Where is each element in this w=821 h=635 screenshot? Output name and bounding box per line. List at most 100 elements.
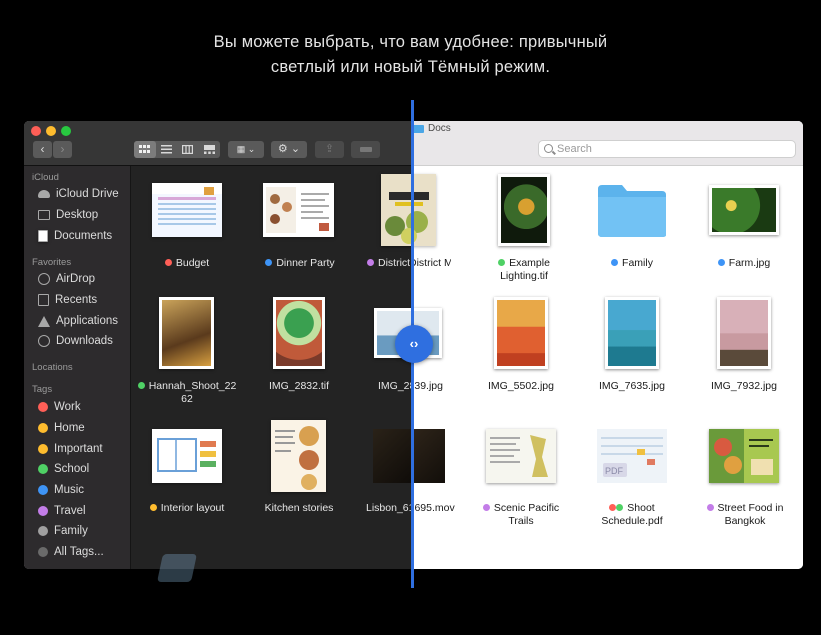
sidebar-item-desktop[interactable]: Desktop (38, 206, 98, 224)
file-label-img-5502[interactable]: IMG_5502.jpg (475, 380, 567, 393)
sidebar-item-label: Documents (54, 230, 113, 242)
chevrons-left-right-icon: ‹› (409, 336, 419, 351)
file-thumbnail-lisbon-mov-light[interactable] (413, 429, 445, 483)
file-thumbnail-district-market[interactable] (381, 174, 413, 246)
file-thumbnail-lisbon-mov[interactable] (373, 429, 413, 483)
file-name: Budget (175, 257, 210, 269)
file-thumbnail-img-7635[interactable] (605, 297, 659, 369)
file-thumbnail-scenic-pacific[interactable] (486, 429, 556, 483)
file-name-line-2: Schedule.pdf (601, 515, 663, 527)
file-label-lisbon-mov-light[interactable]: Lisbon_61695.mov (413, 502, 473, 515)
tag-dot-icon (38, 464, 48, 474)
chevron-right-icon: › (60, 142, 65, 156)
file-name: Kitchen stories (264, 502, 334, 514)
list-view-icon (160, 145, 172, 154)
file-thumbnail-shoot-schedule[interactable]: PDF (597, 429, 667, 483)
sidebar-section-icloud: iCloud (32, 172, 59, 183)
file-thumbnail-kitchen-stories[interactable] (271, 420, 326, 492)
sidebar-item-label: Travel (54, 505, 86, 517)
sidebar-tag-school[interactable]: School (38, 460, 89, 478)
sidebar-tag-travel[interactable]: Travel (38, 502, 86, 520)
file-thumbnail-street-food[interactable] (709, 429, 779, 483)
tag-button[interactable] (351, 141, 380, 158)
file-thumbnail-img-5502[interactable] (494, 297, 548, 369)
minimize-window-button[interactable] (46, 126, 56, 136)
view-mode-segmented-control (134, 141, 220, 158)
gallery-view-button[interactable] (199, 141, 221, 158)
close-window-button[interactable] (31, 126, 41, 136)
file-label-lisbon-mov-dark[interactable]: Lisbon_61695.mov (366, 502, 413, 515)
column-view-icon (182, 145, 194, 154)
sidebar-item-documents[interactable]: Documents (38, 227, 112, 245)
watermark-shape (157, 554, 197, 582)
sidebar-section-tags: Tags (32, 384, 53, 395)
magazine-cover-icon (381, 174, 413, 246)
sidebar-item-label: Applications (56, 315, 119, 327)
file-label-kitchen-stories[interactable]: Kitchen stories (253, 502, 345, 515)
divider-drag-handle[interactable]: ‹› (395, 325, 433, 363)
file-label-img-2839-light[interactable]: IMG_2839.jpg (413, 380, 473, 393)
downloads-icon (38, 335, 50, 347)
file-thumbnail-budget[interactable] (152, 183, 222, 237)
back-button[interactable]: ‹ (33, 141, 52, 158)
zoom-window-button[interactable] (61, 126, 71, 136)
file-label-hannah-shoot[interactable]: Hannah_Shoot_22 62 (132, 380, 242, 406)
sidebar-item-downloads[interactable]: Downloads (38, 332, 113, 350)
file-thumbnail-img-2832[interactable] (273, 297, 325, 369)
file-name: Hannah_Shoot_22 (148, 380, 237, 392)
sidebar-item-icloud-drive[interactable]: iCloud Drive (38, 185, 119, 203)
file-label-scenic-pacific[interactable]: Scenic Pacific Trails (475, 502, 567, 528)
sidebar-tag-home[interactable]: Home (38, 419, 85, 437)
sidebar-tag-all-tags[interactable]: All Tags... (38, 543, 104, 561)
sidebar-item-airdrop[interactable]: AirDrop (38, 270, 95, 288)
file-label-example-lighting[interactable]: Example Lighting.tif (478, 257, 570, 283)
file-label-family[interactable]: Family (587, 257, 677, 270)
sidebar-tag-family[interactable]: Family (38, 522, 88, 540)
sidebar-item-label: School (54, 463, 90, 475)
file-label-district-market-dark[interactable]: District Market (367, 257, 413, 270)
applications-icon (38, 315, 50, 327)
sidebar-item-label: Family (54, 525, 88, 537)
folder-family[interactable] (596, 181, 668, 239)
file-label-img-7635[interactable]: IMG_7635.jpg (586, 380, 678, 393)
file-thumbnail-interior-layout[interactable] (152, 429, 222, 483)
file-label-street-food[interactable]: Street Food in Bangkok (695, 502, 795, 528)
list-view-button[interactable] (156, 141, 178, 158)
file-label-shoot-schedule[interactable]: Shoot Schedule.pdf (586, 502, 678, 528)
tag-dot-icon (137, 382, 145, 389)
file-thumbnail-farm[interactable] (709, 185, 779, 235)
file-label-img-2832[interactable]: IMG_2832.tif (253, 380, 345, 393)
sidebar-tag-music[interactable]: Music (38, 481, 84, 499)
spreadsheet-icon (158, 187, 216, 225)
column-view-button[interactable] (177, 141, 199, 158)
file-label-district-market-light[interactable]: District Market (413, 257, 451, 270)
chevron-left-icon: ‹ (40, 142, 45, 156)
file-name: IMG_7932.jpg (711, 380, 777, 392)
action-menu-button[interactable]: ⚙ ⌄ (271, 141, 307, 158)
file-thumbnail-district-market-light[interactable] (413, 174, 436, 246)
file-name-line-2: 62 (181, 393, 193, 405)
file-label-budget[interactable]: Budget (142, 257, 232, 270)
sidebar-item-applications[interactable]: Applications (38, 312, 118, 330)
share-button[interactable]: ⇪ (315, 141, 344, 158)
forward-button[interactable]: › (53, 141, 72, 158)
file-label-interior-layout[interactable]: Interior layout (137, 502, 237, 515)
icon-view-button[interactable] (134, 141, 156, 158)
file-label-img-2839-dark[interactable]: IMG_2839.jpg (378, 380, 413, 393)
group-by-button[interactable]: ▦ ⌄ (228, 141, 264, 158)
file-thumbnail-dinner-party[interactable] (263, 183, 334, 237)
tag-dot-icon (38, 506, 48, 516)
sidebar-tag-important[interactable]: Important (38, 440, 103, 458)
file-label-farm[interactable]: Farm.jpg (699, 257, 789, 270)
file-thumbnail-img-7932[interactable] (717, 297, 771, 369)
file-thumbnail-example-lighting[interactable] (498, 174, 550, 246)
file-name: Dinner Party (276, 257, 335, 269)
file-label-img-7932[interactable]: IMG_7932.jpg (698, 380, 790, 393)
gallery-view-icon (203, 145, 215, 154)
sidebar-item-recents[interactable]: Recents (38, 291, 97, 309)
sidebar-tag-work[interactable]: Work (38, 398, 81, 416)
file-label-dinner-party[interactable]: Dinner Party (253, 257, 347, 270)
airdrop-icon (38, 273, 50, 285)
search-input[interactable]: Search (538, 140, 796, 158)
file-thumbnail-hannah-shoot[interactable] (159, 297, 214, 369)
